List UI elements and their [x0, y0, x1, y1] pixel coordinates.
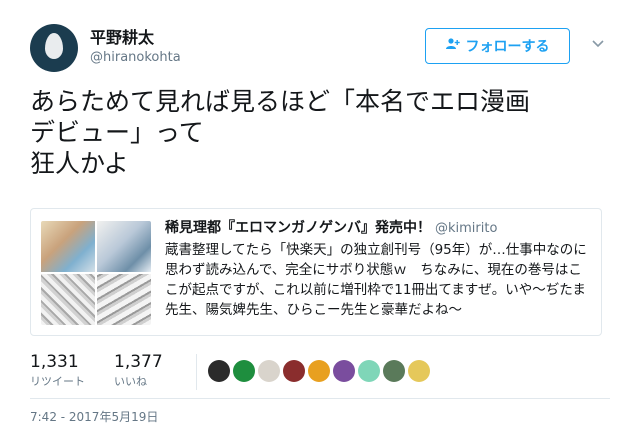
quoted-tweet[interactable]: 稀見理都『エロマンガノゲンバ』発売中！ @kimirito 蔵書整理してたら「快楽…	[30, 208, 602, 336]
liker-avatar[interactable]	[258, 360, 280, 382]
quoted-author-handle: @kimirito	[435, 221, 498, 236]
retweet-count: 1,331	[30, 352, 79, 372]
egg-icon	[45, 33, 63, 59]
follow-button[interactable]: フォローする	[425, 28, 570, 64]
like-stat[interactable]: 1,377 いいね	[114, 352, 163, 390]
tweet-stats: 1,331 リツイート 1,377 いいね	[30, 352, 610, 392]
quoted-tweet-media[interactable]	[41, 221, 151, 325]
quoted-tweet-header: 稀見理都『エロマンガノゲンバ』発売中！ @kimirito	[165, 219, 595, 238]
media-thumbnail	[97, 221, 151, 272]
liker-avatar[interactable]	[308, 360, 330, 382]
quoted-author-name: 稀見理都『エロマンガノゲンバ』発売中！	[165, 220, 431, 236]
add-user-icon	[445, 38, 460, 54]
liker-avatar[interactable]	[333, 360, 355, 382]
liker-avatar[interactable]	[208, 360, 230, 382]
tweet-header: 平野耕太 @hiranokohta フォローする	[30, 22, 610, 78]
follow-button-label: フォローする	[465, 39, 550, 55]
quoted-tweet-body: 稀見理都『エロマンガノゲンバ』発売中！ @kimirito 蔵書整理してたら「快楽…	[165, 219, 595, 320]
media-thumbnail	[41, 274, 95, 325]
tweet-timestamp[interactable]: 7:42 - 2017年5月19日	[30, 408, 158, 425]
retweet-label: リツイート	[30, 375, 85, 388]
chevron-down-icon[interactable]	[590, 36, 606, 52]
liker-avatar[interactable]	[233, 360, 255, 382]
stats-divider	[196, 354, 197, 390]
quoted-tweet-text: 蔵書整理してたら「快楽天」の独立創刊号（95年）が…仕事中なのに思わず読み込んで…	[165, 242, 587, 318]
like-label: いいね	[114, 375, 147, 388]
retweet-stat[interactable]: 1,331 リツイート	[30, 352, 85, 390]
liker-avatar[interactable]	[408, 360, 430, 382]
like-count: 1,377	[114, 352, 163, 372]
liker-avatar[interactable]	[358, 360, 380, 382]
media-thumbnail	[41, 221, 95, 272]
divider	[30, 398, 610, 399]
avatar[interactable]	[30, 24, 78, 72]
author-name[interactable]: 平野耕太	[90, 24, 154, 48]
liker-avatars	[208, 360, 430, 382]
author-handle[interactable]: @hiranokohta	[90, 50, 181, 65]
tweet-text: あらためて見れば見るほど「本名でエロ漫画 デビュー」って 狂人かよ	[30, 87, 531, 178]
media-thumbnail	[97, 274, 151, 325]
liker-avatar[interactable]	[283, 360, 305, 382]
liker-avatar[interactable]	[383, 360, 405, 382]
